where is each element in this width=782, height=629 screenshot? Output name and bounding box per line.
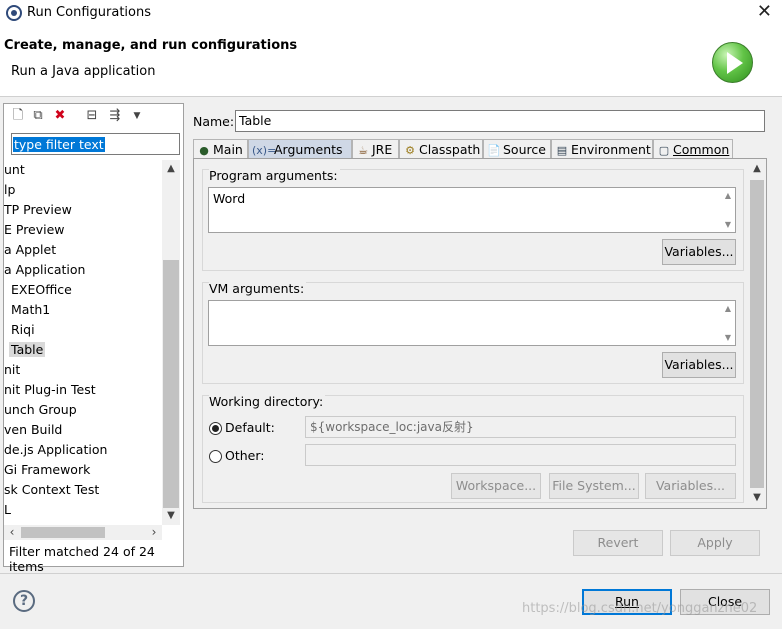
other-directory-radio[interactable] [209,450,222,463]
list-item[interactable]: Gi Framework [4,460,90,479]
filter-placeholder-text: type filter text [13,137,105,152]
help-icon[interactable]: ? [13,590,35,612]
list-item[interactable]: a Applet [4,240,56,259]
list-horizontal-scrollbar[interactable]: ‹ › [4,525,162,540]
scroll-up-icon[interactable]: ▲ [162,160,180,178]
scroll-left-icon[interactable]: ‹ [4,525,20,540]
eclipse-icon [6,5,22,21]
tab-source[interactable]: 📄 Source [483,139,551,159]
textarea-scroll-down-icon[interactable]: ▼ [723,333,733,342]
list-item[interactable]: E Preview [4,220,65,239]
tab-arguments[interactable]: (x)=Arguments [248,139,352,159]
list-item[interactable]: unt [4,160,25,179]
program-arguments-label: Program arguments: [209,168,340,183]
vm-arguments-group: VM arguments: ▲ ▼ Variables... [202,281,744,384]
window-titlebar: Run Configurations ✕ [0,0,782,26]
list-item[interactable]: Math1 [11,300,50,319]
tab-strip: ● Main (x)=Arguments ☕ JRE ⚙ Classpath 📄 Sou… [193,139,767,159]
list-item[interactable]: unch Group [4,400,77,419]
list-item[interactable]: TP Preview [4,200,72,219]
vm-variables-button[interactable]: Variables... [662,352,736,378]
directory-variables-button[interactable]: Variables... [645,473,736,499]
new-configuration-icon[interactable]: 🗋 [10,108,26,124]
list-item[interactable]: nit [4,360,20,379]
scroll-down-icon[interactable]: ▼ [748,489,766,507]
name-field[interactable]: Table [235,110,765,132]
tab-vertical-scrollbar[interactable]: ▲ ▼ [748,160,766,507]
tab-environment[interactable]: ▤ Environment [551,139,653,159]
dialog-subtitle: Run a Java application [11,64,156,79]
tab-classpath[interactable]: ⚙ Classpath [399,139,483,159]
default-directory-field: ${workspace_loc:java反射} [305,416,736,438]
working-directory-label: Working directory: [209,394,326,409]
program-arguments-textarea[interactable]: Word ▲ ▼ [208,187,736,233]
scroll-up-icon[interactable]: ▲ [748,160,766,178]
filter-icon[interactable]: ⇶ [107,108,123,124]
watermark: https://blog.csdn.net/yongganzhe02 [522,601,758,616]
collapse-all-icon[interactable]: ⊟ [84,108,100,124]
default-directory-radio[interactable] [209,422,222,435]
other-directory-label: Other: [225,448,265,463]
tab-main[interactable]: ● Main [193,139,248,159]
workspace-button[interactable]: Workspace... [451,473,541,499]
revert-button[interactable]: Revert [573,530,663,556]
filter-input[interactable]: type filter text [11,133,180,155]
duplicate-configuration-icon[interactable]: ⧉ [30,108,46,124]
dialog-heading: Create, manage, and run configurations [4,38,298,53]
name-label: Name: [193,114,235,129]
list-item[interactable]: a Application [4,260,85,279]
scroll-right-icon[interactable]: › [146,525,162,540]
tab-common[interactable]: ▢ Common [653,139,733,159]
textarea-scroll-up-icon[interactable]: ▲ [723,304,733,313]
scroll-thumb[interactable] [750,180,764,488]
file-system-button[interactable]: File System... [549,473,639,499]
configuration-list-panel: 🗋 ⧉ ✖ ⊟ ⇶ ▼ type filter text unt lp TP P… [3,103,184,574]
dialog-button-bar: ? Run Close https://blog.csdn.net/yongga… [0,573,782,629]
scroll-thumb[interactable] [163,260,179,508]
apply-button[interactable]: Apply [670,530,760,556]
window-title: Run Configurations [27,5,151,20]
list-item[interactable]: ven Build [4,420,62,439]
list-item[interactable]: EXEOffice [11,280,72,299]
window-close-button[interactable]: ✕ [757,1,772,22]
vm-arguments-label: VM arguments: [209,281,307,296]
configuration-tree: unt lp TP Preview E Preview a Applet a A… [4,160,162,525]
run-icon [712,42,753,83]
view-menu-chevron-down-icon[interactable]: ▼ [129,108,145,124]
list-item-selected[interactable]: Table [9,340,46,359]
dialog-banner: Create, manage, and run configurations R… [0,26,782,97]
other-directory-field[interactable] [305,444,736,466]
program-variables-button[interactable]: Variables... [662,239,736,265]
program-arguments-group: Program arguments: Word ▲ ▼ Variables... [202,168,744,271]
working-directory-group: Working directory: Default: ${workspace_… [202,394,744,503]
list-item[interactable]: lp [4,180,15,199]
textarea-scroll-down-icon[interactable]: ▼ [723,220,733,229]
textarea-scroll-up-icon[interactable]: ▲ [723,191,733,200]
list-item[interactable]: Riqi [11,320,35,339]
tab-jre[interactable]: ☕ JRE [352,139,399,159]
list-vertical-scrollbar[interactable]: ▲ ▼ [162,160,180,525]
delete-configuration-icon[interactable]: ✖ [52,108,68,124]
vm-arguments-textarea[interactable]: ▲ ▼ [208,300,736,346]
scroll-thumb[interactable] [21,527,105,538]
list-item[interactable]: L [4,500,11,519]
arguments-tab-content: Program arguments: Word ▲ ▼ Variables...… [193,158,767,509]
list-item[interactable]: sk Context Test [4,480,99,499]
filter-status: Filter matched 24 of 24 items [9,544,155,574]
scroll-down-icon[interactable]: ▼ [162,507,180,525]
list-item[interactable]: nit Plug-in Test [4,380,96,399]
list-item[interactable]: de.js Application [4,440,107,459]
configuration-editor: Name: Table ● Main (x)=Arguments ☕ JRE ⚙ Cl… [188,103,782,567]
default-directory-label: Default: [225,420,275,435]
